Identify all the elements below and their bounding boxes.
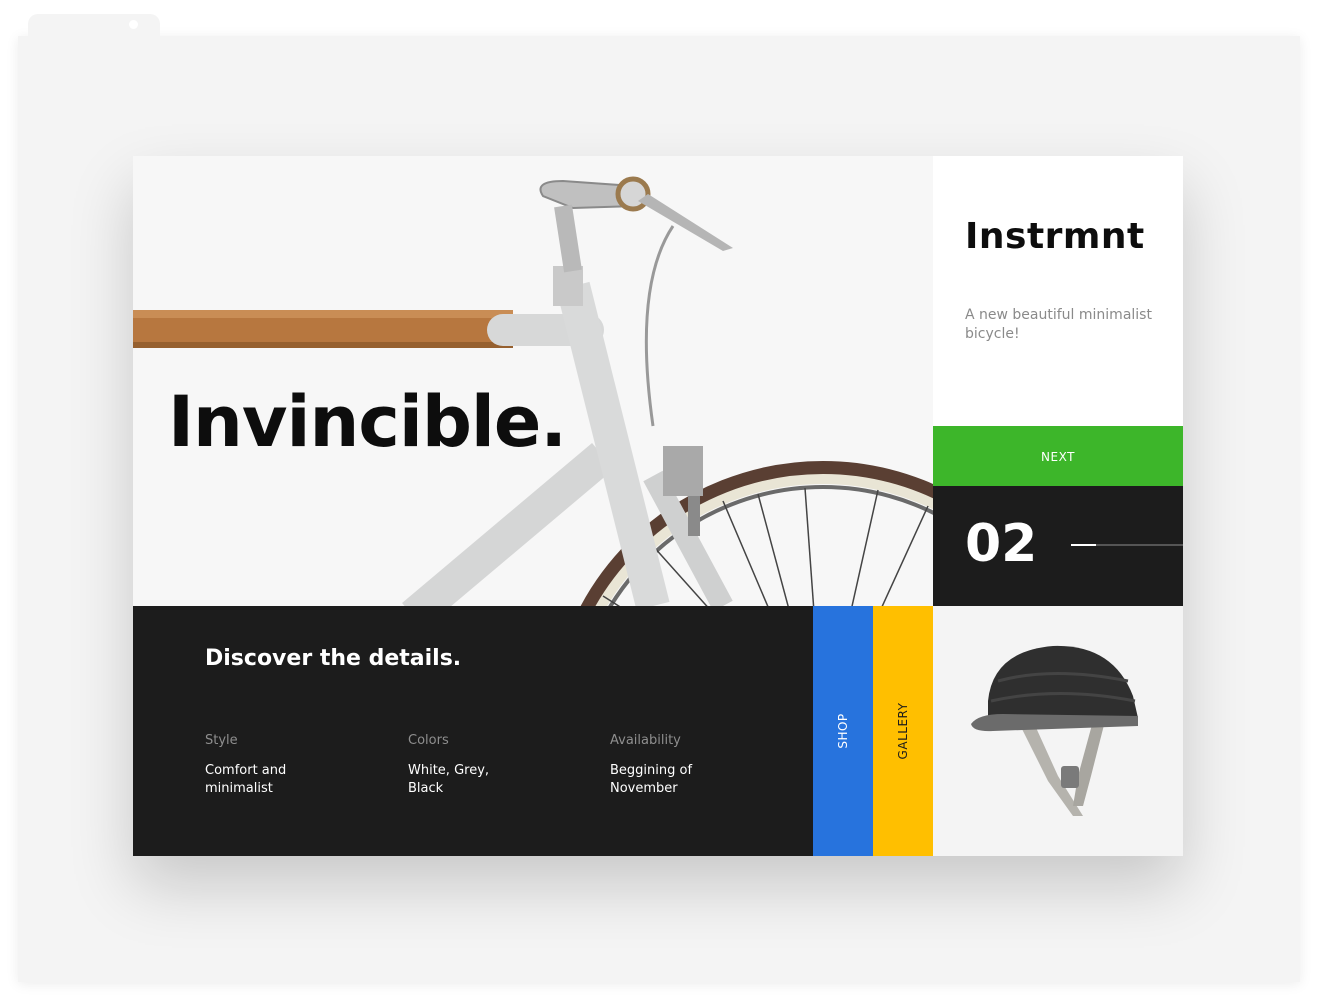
spec-label: Style [205,733,238,748]
hero-section: Invincible. [133,156,933,606]
slide-number: 02 [965,514,1038,574]
slide-counter: 02 [933,486,1183,606]
details-title: Discover the details. [205,646,462,671]
slide-progress-track[interactable] [1071,544,1183,546]
spec-value: Beggining of November [610,763,693,796]
gallery-tab-label: GALLERY [896,702,910,760]
next-button[interactable]: NEXT [933,426,1183,486]
spec-availability: Availability Beggining of November [610,733,770,798]
product-card: Invincible. Instrmnt A new beautiful min… [133,156,1183,856]
details-section: Discover the details. Style Comfort and … [133,606,813,856]
shop-tab[interactable]: SHOP [813,606,873,856]
shop-tab-label: SHOP [836,713,850,749]
spec-colors: Colors White, Grey, Black [408,733,568,798]
browser-tab[interactable] [28,14,160,40]
slide-progress-fill [1071,544,1096,546]
spec-value: White, Grey, Black [408,763,490,796]
spec-value: Comfort and minimalist [205,763,287,796]
tab-dot-icon [129,20,138,29]
hero-title: Invincible. [168,381,567,463]
spec-style: Style Comfort and minimalist [205,733,365,798]
spec-label: Colors [408,733,449,748]
gallery-tab[interactable]: GALLERY [873,606,933,856]
spec-label: Availability [610,733,681,748]
helmet-thumbnail[interactable] [933,606,1183,856]
brand-panel: Instrmnt A new beautiful minimalist bicy… [933,156,1183,426]
brand-title: Instrmnt [965,216,1145,257]
brand-description: A new beautiful minimalist bicycle! [965,307,1152,342]
helmet-image [971,645,1138,816]
